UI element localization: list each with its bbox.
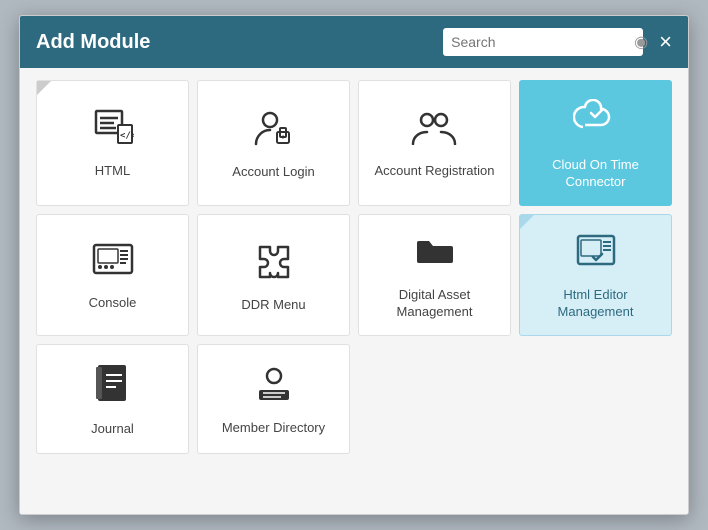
module-label-ddr-menu: DDR Menu (241, 297, 305, 314)
search-clear-button[interactable]: ◉ (632, 32, 650, 52)
module-tile-console[interactable]: Console (36, 214, 189, 336)
module-label-console: Console (89, 295, 137, 312)
module-tile-member-directory[interactable]: Member Directory (197, 344, 350, 454)
corner-flag-html (37, 81, 51, 95)
module-label-account-login: Account Login (232, 164, 314, 181)
modal-close-button[interactable]: × (659, 31, 672, 53)
module-tile-ddr-menu[interactable]: DDR Menu (197, 214, 350, 336)
module-label-journal: Journal (91, 421, 134, 438)
module-tile-cloud-on-time[interactable]: Cloud On Time Connector (519, 80, 672, 206)
module-label-html: HTML (95, 163, 130, 180)
svg-text:</>: </> (120, 131, 134, 141)
module-tile-html[interactable]: </> HTML (36, 80, 189, 206)
module-label-member-directory: Member Directory (222, 420, 325, 437)
module-tile-html-editor[interactable]: Html Editor Management (519, 214, 672, 336)
modal-header: Add Module ◉ × (20, 16, 688, 68)
ddr-menu-icon (252, 239, 296, 289)
module-tile-journal[interactable]: Journal (36, 344, 189, 454)
account-login-icon (252, 108, 296, 156)
html-icon: </> (92, 109, 134, 155)
module-tile-account-registration[interactable]: Account Registration (358, 80, 511, 206)
add-module-modal: Add Module ◉ × </> (19, 15, 689, 515)
search-wrapper: ◉ (443, 28, 643, 56)
journal-icon (94, 363, 132, 413)
member-directory-icon (253, 364, 295, 412)
corner-flag-html-editor (520, 215, 534, 229)
search-input[interactable] (451, 34, 632, 50)
modules-grid: </> HTML Account Login (36, 80, 672, 454)
module-label-digital-asset: Digital Asset Management (367, 287, 502, 321)
console-icon (92, 241, 134, 287)
cloud-on-time-icon (573, 99, 619, 149)
module-tile-digital-asset[interactable]: Digital Asset Management (358, 214, 511, 336)
module-label-html-editor: Html Editor Management (528, 287, 663, 321)
modal-title: Add Module (36, 31, 443, 54)
html-editor-icon (575, 233, 617, 279)
modules-container: </> HTML Account Login (20, 68, 688, 514)
digital-asset-icon (413, 233, 457, 279)
module-label-account-registration: Account Registration (375, 163, 495, 180)
account-registration-icon (411, 109, 459, 155)
module-label-cloud-on-time: Cloud On Time Connector (528, 157, 663, 191)
module-tile-account-login[interactable]: Account Login (197, 80, 350, 206)
